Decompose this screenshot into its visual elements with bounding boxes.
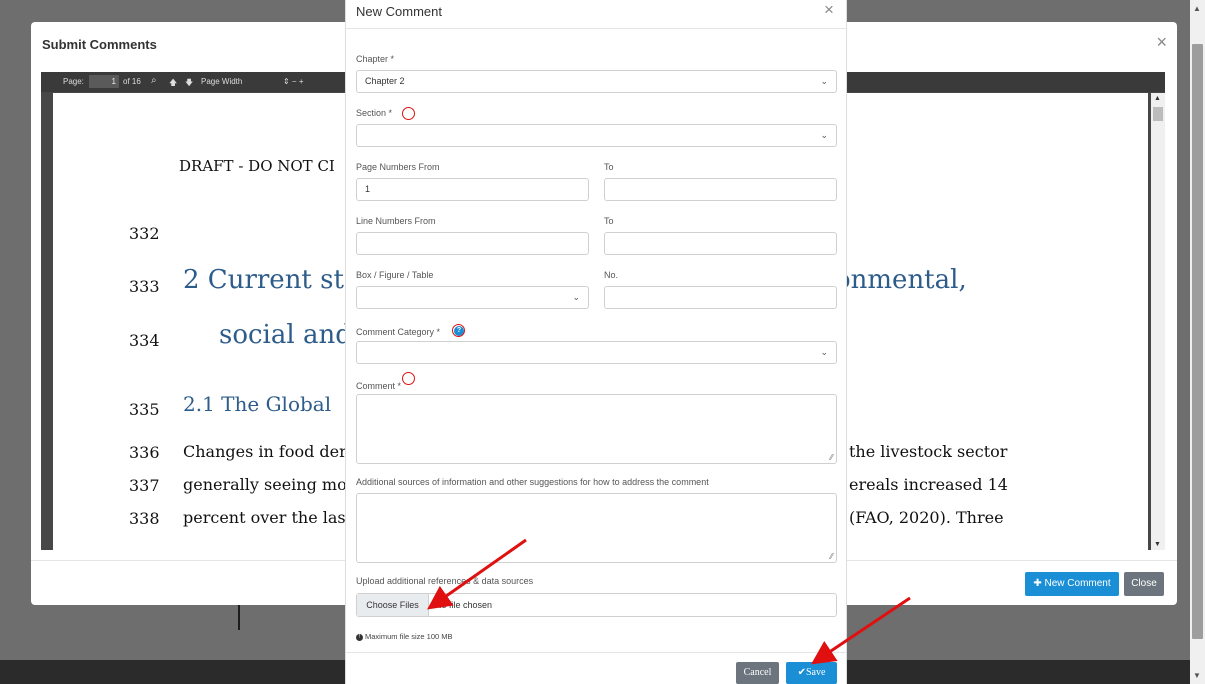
annotation-arrow [811,596,911,665]
annotation-arrow [427,538,527,610]
annotation-arrows [427,538,911,665]
